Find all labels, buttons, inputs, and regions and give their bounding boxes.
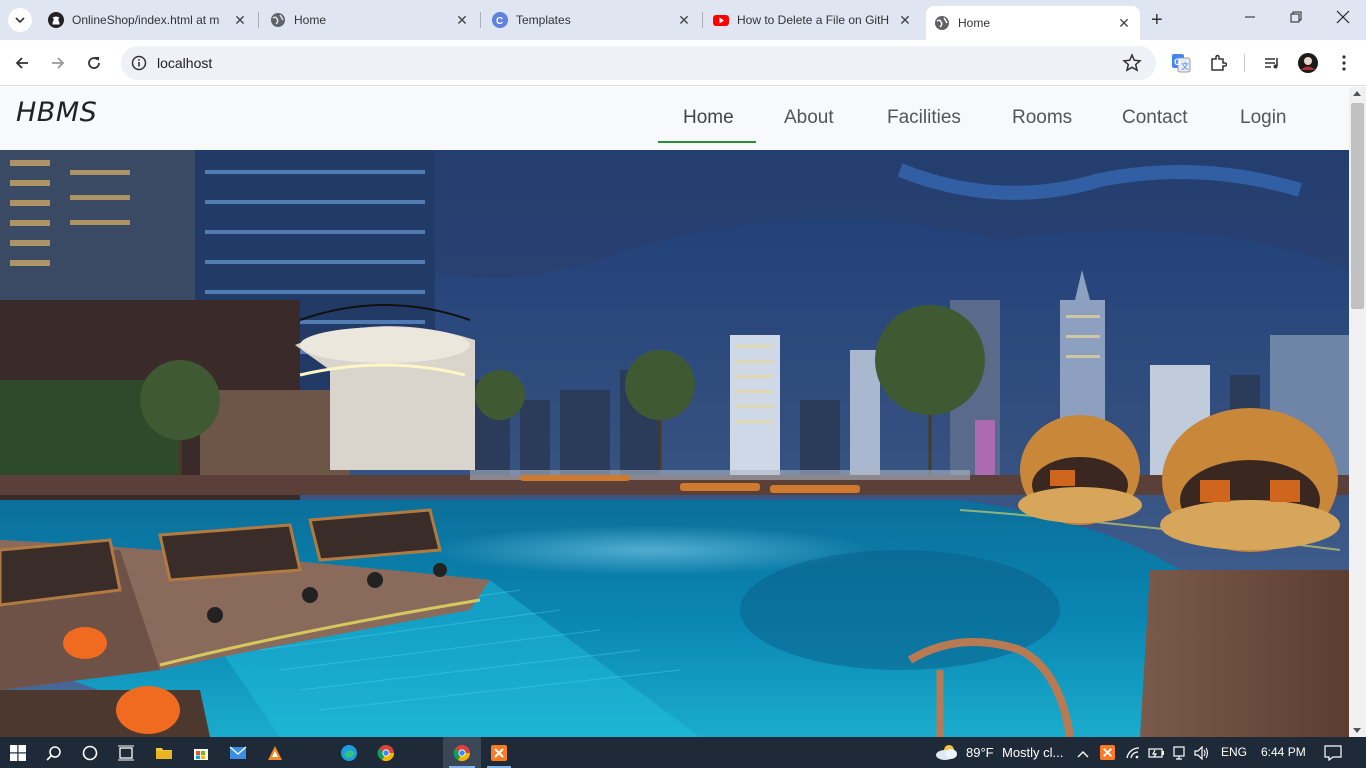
battery-icon[interactable]	[1148, 746, 1166, 765]
windows-taskbar: 89°F Mostly cl... ENG 6:44 PM	[0, 737, 1366, 768]
google-translate-icon[interactable]: G文	[1170, 52, 1192, 74]
browser-tab-2[interactable]: Home ✕	[270, 6, 470, 34]
bookmark-star-icon[interactable]	[1122, 53, 1142, 78]
close-window-button[interactable]	[1336, 10, 1350, 27]
minimize-window-button[interactable]	[1244, 10, 1256, 26]
tab-search-button[interactable]	[8, 8, 32, 32]
github-icon	[48, 12, 64, 28]
volume-icon[interactable]	[1194, 745, 1210, 765]
nav-about[interactable]: About	[784, 107, 834, 129]
svg-text:文: 文	[1181, 61, 1189, 71]
minimize-icon	[1245, 16, 1255, 18]
nav-facilities[interactable]: Facilities	[887, 107, 961, 129]
tab-divider	[480, 12, 481, 28]
notification-center-icon[interactable]	[1324, 745, 1342, 766]
close-tab-icon[interactable]: ✕	[676, 12, 692, 29]
scroll-up-arrow-icon[interactable]	[1353, 91, 1361, 96]
file-explorer-icon[interactable]	[146, 737, 182, 768]
browser-toolbar: localhost G文	[0, 40, 1366, 86]
tab-title: OnlineShop/index.html at m	[72, 13, 220, 27]
address-text[interactable]: localhost	[157, 55, 212, 71]
extensions-puzzle-icon[interactable]	[1207, 52, 1229, 74]
hero-image	[0, 150, 1349, 737]
browser-tab-1[interactable]: OnlineShop/index.html at m ✕	[48, 6, 248, 34]
tab-title: Home	[294, 13, 327, 27]
wifi-icon[interactable]	[1125, 746, 1141, 765]
address-bar[interactable]: localhost	[121, 46, 1156, 80]
tab-divider	[702, 12, 703, 28]
globe-icon	[270, 12, 286, 28]
weather-temperature[interactable]: 89°F	[966, 745, 994, 760]
browser-tab-strip: OnlineShop/index.html at m ✕ Home ✕ C Te…	[0, 0, 1366, 40]
back-button[interactable]	[11, 52, 33, 74]
start-button[interactable]	[0, 737, 36, 768]
office-app-icon[interactable]	[257, 737, 293, 768]
task-view-icon[interactable]	[108, 737, 144, 768]
site-info-icon[interactable]	[131, 55, 147, 76]
media-controls-icon[interactable]	[1261, 52, 1283, 74]
arrow-right-icon	[52, 57, 65, 69]
xampp-icon[interactable]	[481, 737, 517, 768]
new-tab-button[interactable]: +	[1151, 10, 1163, 30]
windows-logo-icon	[10, 744, 26, 761]
nav-contact[interactable]: Contact	[1122, 107, 1187, 129]
canva-icon: C	[492, 12, 508, 28]
close-tab-icon[interactable]: ✕	[897, 12, 913, 29]
tab-title: Home	[958, 16, 991, 30]
arrow-left-icon	[15, 57, 28, 69]
close-icon	[1336, 10, 1350, 24]
browser-tab-4[interactable]: How to Delete a File on GitH ✕	[713, 6, 913, 34]
browser-tab-5-active[interactable]: Home ✕	[926, 6, 1140, 40]
site-nav-menu: Home About Facilities Rooms Contact Logi…	[0, 87, 1349, 150]
reload-icon	[88, 57, 100, 69]
tab-title: Templates	[516, 13, 571, 27]
close-tab-icon[interactable]: ✕	[232, 12, 248, 29]
browser-menu-icon[interactable]	[1333, 52, 1355, 74]
browser-tab-3[interactable]: C Templates ✕	[492, 6, 692, 34]
page-viewport: HBMS Home About Facilities Rooms Contact…	[0, 87, 1349, 737]
nav-rooms[interactable]: Rooms	[1012, 107, 1072, 129]
youtube-icon	[713, 12, 729, 28]
device-icon[interactable]	[1172, 746, 1186, 765]
chrome-active-window-icon[interactable]	[443, 737, 481, 768]
cortana-icon[interactable]	[72, 737, 108, 768]
scrollbar-thumb[interactable]	[1351, 103, 1364, 309]
forward-button[interactable]	[47, 52, 69, 74]
scroll-down-arrow-icon[interactable]	[1353, 728, 1361, 733]
system-clock[interactable]: 6:44 PM	[1261, 745, 1306, 759]
edge-browser-icon[interactable]	[331, 737, 367, 768]
nav-home[interactable]: Home	[683, 107, 734, 129]
weather-condition[interactable]: Mostly cl...	[1002, 745, 1063, 760]
microsoft-store-icon[interactable]	[183, 737, 219, 768]
chrome-icon[interactable]	[368, 737, 404, 768]
svg-text:G: G	[1174, 57, 1181, 67]
close-tab-icon[interactable]: ✕	[1116, 15, 1132, 32]
input-language[interactable]: ENG	[1221, 745, 1247, 759]
restore-window-button[interactable]	[1290, 10, 1302, 26]
nav-login[interactable]: Login	[1240, 107, 1287, 129]
svg-text:C: C	[496, 16, 503, 27]
reload-button[interactable]	[83, 52, 105, 74]
toolbar-divider	[1244, 54, 1245, 72]
globe-icon	[934, 15, 950, 31]
taskbar-search-icon[interactable]	[36, 737, 72, 768]
chevron-down-icon	[15, 17, 25, 24]
restore-icon	[1290, 11, 1302, 23]
site-navbar: HBMS Home About Facilities Rooms Contact…	[0, 87, 1349, 150]
close-tab-icon[interactable]: ✕	[454, 12, 470, 29]
weather-cloud-icon[interactable]	[934, 742, 960, 767]
page-scrollbar[interactable]	[1349, 87, 1366, 737]
active-nav-underline	[658, 141, 756, 143]
xampp-tray-icon[interactable]	[1100, 745, 1115, 765]
mail-icon[interactable]	[220, 737, 256, 768]
profile-avatar[interactable]	[1297, 52, 1319, 74]
tab-title: How to Delete a File on GitH	[737, 13, 890, 27]
chevron-up-icon[interactable]	[1077, 746, 1089, 764]
tab-divider	[258, 12, 259, 28]
